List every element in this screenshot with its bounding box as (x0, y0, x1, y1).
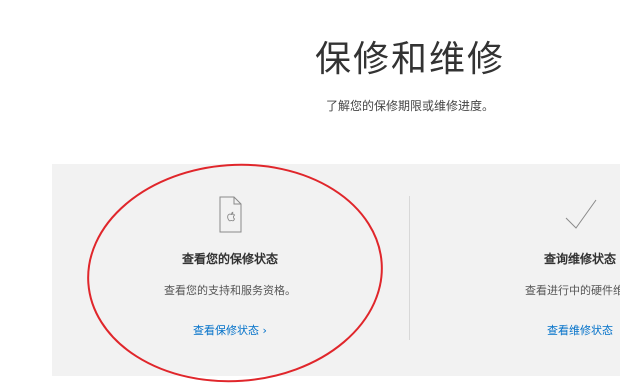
page-subtitle: 了解您的保修期限或维修进度。 (325, 99, 494, 113)
panel-divider (409, 196, 410, 340)
options-panel (52, 164, 620, 376)
page-title: 保修和维修 (314, 39, 505, 80)
